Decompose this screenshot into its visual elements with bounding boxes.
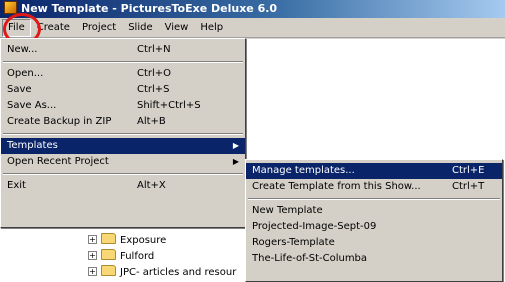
window-title: New Template - PicturesToExe Deluxe 6.0 [21,2,278,15]
submenu-arrow-icon: ▶ [232,157,239,166]
menu-item-shortcut: Alt+B [137,116,166,127]
menu-item-save[interactable]: Save Ctrl+S [1,82,245,98]
expand-plus-icon[interactable]: + [88,251,97,260]
menu-bar: File Create Project Slide View Help [0,18,505,38]
menu-item-exit[interactable]: Exit Alt+X [1,178,245,194]
tree-item-label: Exposure [120,235,167,246]
menu-item-templates[interactable]: Templates ▶ [1,138,245,154]
menu-item-template[interactable]: New Template [246,203,502,219]
menu-item-label: Create Backup in ZIP [7,116,112,127]
menu-item-template[interactable]: Rogers-Template [246,235,502,251]
menu-item-label: Rogers-Template [252,237,335,248]
menu-item-label: Manage templates... [252,165,355,176]
tree-item[interactable]: + Exposure [88,233,166,249]
menu-item-template[interactable]: Projected-Image-Sept-09 [246,219,502,235]
submenu-arrow-icon: ▶ [232,141,239,150]
menu-item-label: The-Life-of-St-Columba [252,253,368,264]
menu-item-label: Save [7,84,32,95]
title-bar: New Template - PicturesToExe Deluxe 6.0 [0,0,505,18]
menu-slide[interactable]: Slide [122,19,158,37]
menu-item-shortcut: Shift+Ctrl+S [137,100,201,111]
menu-item-label: Projected-Image-Sept-09 [252,221,377,232]
menu-item-new[interactable]: New... Ctrl+N [1,42,245,58]
menu-item-shortcut: Ctrl+E [452,165,485,176]
menu-item-create-backup[interactable]: Create Backup in ZIP Alt+B [1,114,245,130]
menu-item-label: Create Template from this Show... [252,181,421,192]
menu-file[interactable]: File [2,18,31,37]
menu-item-label: Exit [7,180,26,191]
tree-item[interactable]: + JPC- articles and resour [88,265,236,281]
templates-submenu: Manage templates... Ctrl+E Create Templa… [245,159,503,282]
menu-item-label: Templates [7,140,58,151]
menu-item-shortcut: Alt+X [137,180,166,191]
menu-separator [3,61,243,63]
tree-item-label: JPC- articles and resour [120,267,237,278]
menu-item-template[interactable]: The-Life-of-St-Columba [246,251,502,267]
menu-project[interactable]: Project [76,19,122,37]
menu-help[interactable]: Help [194,19,229,37]
tree-item-label: Fulford [120,251,155,262]
file-menu-dropdown: New... Ctrl+N Open... Ctrl+O Save Ctrl+S… [0,38,246,228]
menu-item-label: Open... [7,68,44,79]
menu-separator [248,198,500,200]
folder-icon [101,249,116,260]
folder-icon [101,233,116,244]
menu-create[interactable]: Create [31,19,76,37]
menu-item-create-template[interactable]: Create Template from this Show... Ctrl+T [246,179,502,195]
menu-item-open[interactable]: Open... Ctrl+O [1,66,245,82]
expand-plus-icon[interactable]: + [88,267,97,276]
menu-item-shortcut: Ctrl+S [137,84,170,95]
menu-item-label: New Template [252,205,323,216]
expand-plus-icon[interactable]: + [88,235,97,244]
folder-icon [101,265,116,276]
menu-separator [3,173,243,175]
menu-item-open-recent[interactable]: Open Recent Project ▶ [1,154,245,170]
menu-item-manage-templates[interactable]: Manage templates... Ctrl+E [246,163,502,179]
menu-item-shortcut: Ctrl+T [452,181,485,192]
tree-item[interactable]: + Fulford [88,249,154,265]
app-icon [4,1,17,14]
menu-item-save-as[interactable]: Save As... Shift+Ctrl+S [1,98,245,114]
menu-item-label: New... [7,44,38,55]
menu-item-label: Open Recent Project [7,156,109,167]
menu-item-shortcut: Ctrl+O [137,68,172,79]
menu-separator [3,133,243,135]
menu-item-shortcut: Ctrl+N [137,44,171,55]
menu-view[interactable]: View [159,19,195,37]
menu-item-label: Save As... [7,100,57,111]
